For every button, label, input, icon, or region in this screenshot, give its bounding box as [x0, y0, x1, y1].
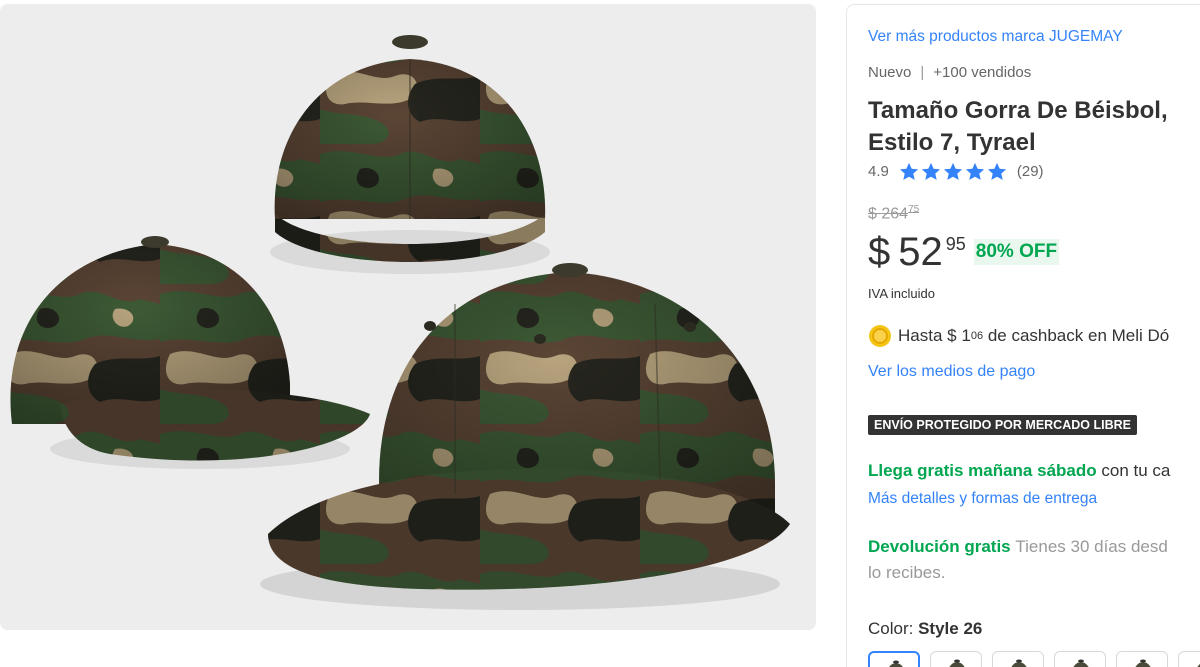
color-selector-label: Color: Style 26: [868, 619, 982, 639]
product-image-gallery[interactable]: [0, 4, 816, 630]
star-icon: [921, 162, 941, 181]
star-icon: [899, 162, 919, 181]
cashback-currency: $: [947, 326, 957, 345]
current-price: $ 52 95 80% OFF: [868, 227, 1060, 277]
rating-stars: [899, 162, 1007, 181]
cap-thumbnail-icon: [949, 659, 965, 667]
color-swatch[interactable]: [992, 651, 1044, 667]
product-title: Tamaño Gorra De Béisbol, Estilo 7, Tyrae…: [868, 97, 1168, 156]
discount-badge: 80% OFF: [973, 239, 1060, 265]
cap-thumbnail-icon: [889, 660, 903, 667]
subtitle-separator: |: [920, 64, 925, 81]
star-icon: [987, 162, 1007, 181]
color-swatch[interactable]: [1178, 651, 1200, 667]
color-label-prefix: Color:: [868, 619, 914, 638]
cashback-int: 1: [961, 326, 971, 345]
cap-thumbnail-icon: [1197, 664, 1200, 667]
color-swatch[interactable]: [868, 651, 920, 667]
price-currency: $: [868, 230, 891, 274]
original-price: $ 26475: [868, 204, 919, 223]
rating-value: 4.9: [868, 163, 889, 180]
brand-link[interactable]: Ver más productos marca JUGEMAY: [868, 28, 1123, 46]
color-swatches: [868, 651, 1200, 667]
buy-box: Ver más productos marca JUGEMAY Nuevo | +1…: [846, 4, 1200, 667]
tax-note: IVA incluido: [868, 286, 935, 301]
cashback-cents: 06: [970, 330, 984, 342]
original-price-currency: $: [868, 205, 877, 223]
delivery-rest: con tu ca: [1101, 461, 1171, 480]
payment-methods-link[interactable]: Ver los medios de pago: [868, 363, 1035, 381]
delivery-highlight: Llega gratis mañana sábado: [868, 461, 1097, 480]
original-price-cents: 75: [908, 204, 920, 215]
product-image: [0, 4, 816, 630]
original-price-int: 264: [881, 205, 909, 223]
returns-info: Devolución gratis Tienes 30 días desd lo…: [868, 534, 1200, 586]
returns-text-2: lo recibes.: [868, 563, 946, 582]
coin-icon: [869, 325, 891, 347]
cap-thumbnail-icon: [1073, 659, 1089, 667]
star-icon: [965, 162, 985, 181]
protected-shipping-badge: ENVÍO PROTEGIDO POR MERCADO LIBRE: [868, 415, 1137, 435]
color-label-value: Style 26: [918, 619, 983, 638]
product-page: Ver más productos marca JUGEMAY Nuevo | +1…: [0, 0, 1200, 667]
delivery-details-link[interactable]: Más detalles y formas de entrega: [868, 490, 1097, 508]
sold-count: +100 vendidos: [933, 64, 1032, 81]
cashback-suffix: de cashback en Meli Dó: [987, 326, 1170, 345]
cashback-info: Hasta $ 1 06 de cashback en Meli Dó: [868, 324, 1169, 348]
rating-summary[interactable]: 4.9 (29): [868, 162, 1044, 181]
cashback-prefix: Hasta: [898, 326, 943, 345]
product-subtitle: Nuevo | +100 vendidos: [868, 64, 1031, 81]
condition-text: Nuevo: [868, 64, 912, 81]
star-icon: [943, 162, 963, 181]
returns-highlight: Devolución gratis: [868, 537, 1011, 556]
cap-thumbnail-icon: [1135, 659, 1151, 667]
price-cents: 95: [945, 234, 966, 254]
cap-thumbnail-icon: [1011, 659, 1027, 667]
price-int: 52: [898, 230, 943, 274]
color-swatch[interactable]: [1116, 651, 1168, 667]
color-swatch[interactable]: [930, 651, 982, 667]
delivery-info: Llega gratis mañana sábado con tu ca: [868, 461, 1170, 481]
rating-count: (29): [1016, 163, 1044, 180]
returns-text: Tienes 30 días desd: [1015, 537, 1168, 556]
color-swatch[interactable]: [1054, 651, 1106, 667]
